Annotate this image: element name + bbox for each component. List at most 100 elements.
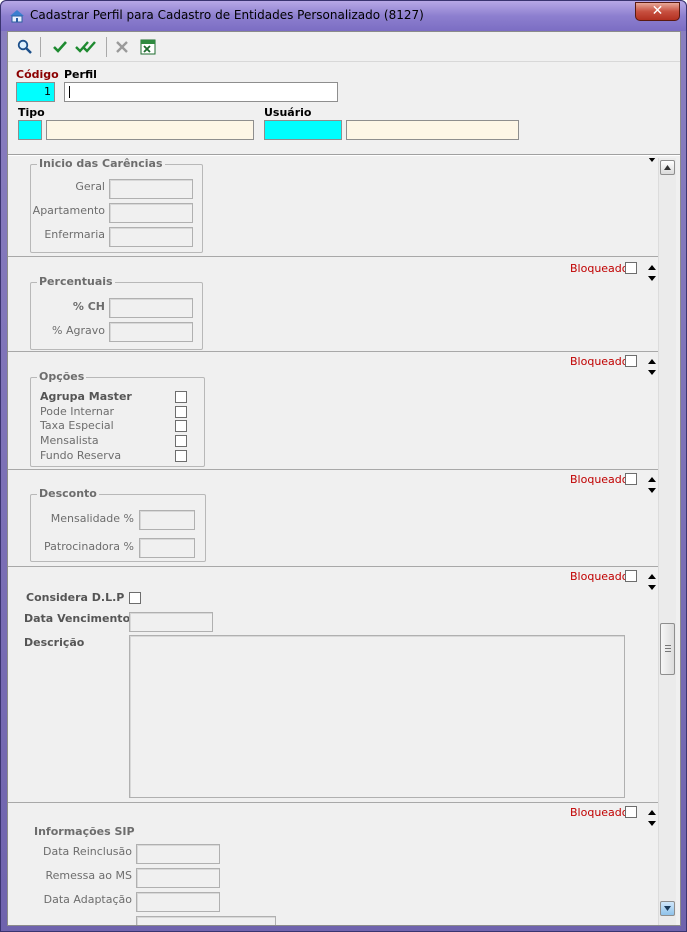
bloqueado-checkbox[interactable] bbox=[625, 806, 637, 818]
bloqueado-label: Bloqueado bbox=[570, 570, 629, 583]
arrow-down-icon bbox=[664, 906, 671, 911]
remessa-ms-field[interactable] bbox=[136, 868, 220, 888]
confirm-button[interactable] bbox=[50, 37, 70, 57]
form-client: Código 1 Perfil Tipo Usuário Inicio das … bbox=[7, 31, 681, 926]
pode-internar-label: Pode Internar bbox=[40, 405, 115, 418]
tipo-code-field[interactable] bbox=[18, 120, 42, 140]
data-adaptacao-field[interactable] bbox=[136, 892, 220, 912]
reorder-arrows-icon[interactable] bbox=[647, 357, 657, 377]
mensalidade-field[interactable] bbox=[139, 510, 195, 530]
agravo-label: % Agravo bbox=[52, 324, 105, 337]
considera-dlp-checkbox[interactable] bbox=[129, 592, 141, 604]
perfil-label: Perfil bbox=[64, 68, 97, 81]
bloqueado-label: Bloqueado bbox=[570, 806, 629, 819]
data-vencimento-field[interactable] bbox=[129, 612, 213, 632]
data-reinclusao-field[interactable] bbox=[136, 844, 220, 864]
double-check-icon bbox=[75, 41, 96, 53]
agrupa-master-checkbox[interactable] bbox=[175, 391, 187, 403]
agrupa-master-label: Agrupa Master bbox=[40, 390, 132, 403]
group-carencias: Inicio das Carências Geral Apartamento E… bbox=[30, 158, 203, 253]
group-title: Opções bbox=[37, 370, 87, 383]
group-title: Percentuais bbox=[37, 275, 115, 288]
bloqueado-checkbox[interactable] bbox=[625, 570, 637, 582]
header-separator bbox=[8, 154, 680, 156]
codigo-label: Código bbox=[16, 68, 59, 81]
mensalidade-label: Mensalidade % bbox=[50, 512, 134, 525]
arrow-up-icon bbox=[664, 165, 671, 170]
data-vencimento-label: Data Vencimento bbox=[24, 612, 131, 625]
data-reinclusao-label: Data Reinclusão bbox=[43, 845, 132, 858]
reorder-arrows-icon[interactable] bbox=[647, 572, 657, 592]
scroll-thumb[interactable] bbox=[660, 623, 675, 675]
ch-field[interactable] bbox=[109, 298, 193, 318]
collapse-arrow-icon[interactable] bbox=[647, 158, 657, 164]
mensalista-label: Mensalista bbox=[40, 434, 99, 447]
search-button[interactable] bbox=[15, 37, 35, 57]
codigo-field[interactable]: 1 bbox=[16, 82, 55, 102]
vertical-scrollbar[interactable] bbox=[658, 158, 676, 925]
section-sip: Bloqueado Informações SIP Data Reinclusã… bbox=[8, 803, 658, 925]
apartamento-field[interactable] bbox=[109, 203, 193, 223]
bloqueado-checkbox[interactable] bbox=[625, 355, 637, 367]
descricao-textarea[interactable] bbox=[129, 635, 625, 798]
considera-dlp-label: Considera D.L.P bbox=[26, 591, 125, 604]
usuario-label: Usuário bbox=[264, 106, 312, 119]
window-title: Cadastrar Perfil para Cadastro de Entida… bbox=[30, 8, 424, 22]
reorder-arrows-icon[interactable] bbox=[647, 475, 657, 495]
fundo-reserva-label: Fundo Reserva bbox=[40, 449, 122, 462]
enfermaria-label: Enfermaria bbox=[44, 228, 105, 241]
cancel-icon bbox=[116, 41, 128, 53]
export-excel-button[interactable] bbox=[138, 37, 158, 57]
toolbar-separator bbox=[106, 37, 107, 57]
tipo-label: Tipo bbox=[18, 106, 45, 119]
grip-icon bbox=[665, 645, 671, 646]
bloqueado-label: Bloqueado bbox=[570, 262, 629, 275]
cancel-button[interactable] bbox=[112, 37, 132, 57]
reorder-arrows-icon[interactable] bbox=[647, 808, 657, 828]
tipo-description-field[interactable] bbox=[46, 120, 254, 140]
bloqueado-checkbox[interactable] bbox=[625, 473, 637, 485]
pode-internar-checkbox[interactable] bbox=[175, 406, 187, 418]
confirm-all-button[interactable] bbox=[74, 37, 98, 57]
check-icon bbox=[53, 41, 67, 53]
close-button[interactable]: ✕ bbox=[635, 2, 680, 21]
group-desconto: Desconto Mensalidade % Patrocinadora % bbox=[30, 487, 206, 562]
agravo-field[interactable] bbox=[109, 322, 193, 342]
group-title: Inicio das Carências bbox=[37, 158, 165, 170]
patrocinadora-label: Patrocinadora % bbox=[44, 540, 134, 553]
enfermaria-field[interactable] bbox=[109, 227, 193, 247]
taxa-especial-label: Taxa Especial bbox=[40, 419, 114, 432]
title-bar[interactable]: Cadastrar Perfil para Cadastro de Entida… bbox=[1, 1, 686, 31]
toolbar-separator bbox=[40, 37, 41, 57]
fundo-reserva-checkbox[interactable] bbox=[175, 450, 187, 462]
taxa-especial-checkbox[interactable] bbox=[175, 420, 187, 432]
sip-title: Informações SIP bbox=[34, 825, 135, 838]
scroll-down-button[interactable] bbox=[660, 901, 675, 916]
remessa-ms-label: Remessa ao MS bbox=[45, 869, 132, 882]
window: Cadastrar Perfil para Cadastro de Entida… bbox=[0, 0, 687, 932]
geral-field[interactable] bbox=[109, 179, 193, 199]
section-dlp: Bloqueado Considera D.L.P Data Venciment… bbox=[8, 567, 658, 803]
bloqueado-checkbox[interactable] bbox=[625, 262, 637, 274]
toolbar bbox=[8, 32, 680, 62]
perfil-field[interactable] bbox=[64, 82, 338, 102]
partial-field[interactable] bbox=[136, 916, 276, 925]
group-title: Desconto bbox=[37, 487, 99, 500]
descricao-label: Descrição bbox=[24, 636, 85, 649]
data-adaptacao-label: Data Adaptação bbox=[43, 893, 132, 906]
bloqueado-label: Bloqueado bbox=[570, 473, 629, 486]
excel-icon bbox=[140, 39, 156, 55]
group-percentuais: Percentuais % CH % Agravo bbox=[30, 275, 203, 350]
patrocinadora-field[interactable] bbox=[139, 538, 195, 558]
reorder-arrows-icon[interactable] bbox=[647, 263, 657, 283]
scroll-up-button[interactable] bbox=[660, 160, 675, 175]
usuario-description-field[interactable] bbox=[346, 120, 519, 140]
sections-scroll-area[interactable]: Inicio das Carências Geral Apartamento E… bbox=[8, 158, 680, 925]
section-percentuais: Bloqueado Percentuais % CH % Agravo bbox=[8, 257, 658, 352]
mensalista-checkbox[interactable] bbox=[175, 435, 187, 447]
group-opcoes: Opções Agrupa Master Pode Internar Taxa … bbox=[30, 370, 205, 467]
usuario-code-field[interactable] bbox=[264, 120, 342, 140]
section-carencias: Inicio das Carências Geral Apartamento E… bbox=[8, 158, 658, 257]
text-cursor bbox=[69, 86, 70, 98]
bloqueado-label: Bloqueado bbox=[570, 355, 629, 368]
